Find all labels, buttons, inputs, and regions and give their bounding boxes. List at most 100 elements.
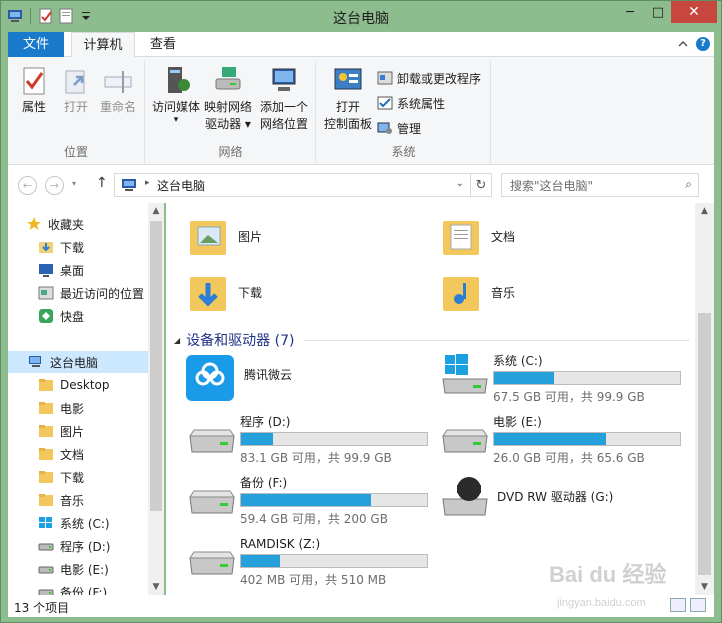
tab-file[interactable]: 文件 [8, 32, 64, 57]
folder-pictures[interactable]: 图片 [186, 213, 262, 259]
up-button[interactable]: ↑ [96, 175, 108, 191]
scrollbar-thumb[interactable] [150, 221, 162, 511]
navigation-scrollbar[interactable]: ▲ ▼ [148, 203, 164, 595]
nav-this-pc[interactable]: 这台电脑 [8, 351, 148, 373]
drive-name: 备份 (F:) [240, 476, 288, 490]
location-group-label: 位置 [63, 145, 88, 159]
close-button[interactable]: ✕ [671, 1, 717, 23]
nav-recent-places[interactable]: 最近访问的位置 [38, 282, 144, 304]
search-input[interactable]: 搜索"这台电脑" ⌕ [501, 173, 699, 197]
view-switcher [670, 598, 706, 612]
breadcrumb-this-pc[interactable]: 这台电脑 [157, 177, 205, 194]
breadcrumb-separator[interactable]: ▸ [145, 178, 150, 188]
help-button[interactable]: ? [696, 37, 710, 51]
tab-computer[interactable]: 计算机 [71, 32, 135, 58]
nav-item-label: Desktop [60, 378, 110, 392]
address-field[interactable]: ▸ 这台电脑 ⌄ [114, 173, 471, 197]
drive-item[interactable]: 腾讯微云 [186, 353, 292, 401]
drive-info: 备份 (F:) 59.4 GB 可用，共 200 GB [240, 475, 428, 527]
scroll-down-arrow[interactable]: ▼ [695, 579, 714, 595]
nav-downloads-label: 下载 [60, 240, 85, 255]
properties-button[interactable]: 属性 [16, 65, 52, 116]
folder-icon [38, 447, 54, 461]
drive-icon [38, 585, 54, 595]
maximize-button[interactable]: □ [645, 1, 671, 23]
system-group: 打开 控制面板 卸载或更改程序 系统属性 管理 系统 [317, 61, 491, 163]
manage-label: 管理 [397, 121, 422, 136]
open-label: 打开 [63, 100, 88, 114]
section-divider [304, 339, 690, 341]
folder-name: 音乐 [491, 285, 516, 300]
nav-kuaipan[interactable]: 快盘 [38, 305, 84, 327]
access-media-dropdown: ▾ [173, 115, 179, 125]
add-location-label-1: 添加一个 [259, 100, 308, 114]
drive-usage-fill [241, 494, 371, 506]
nav-item[interactable]: 备份 (F:) [38, 581, 107, 595]
scroll-down-arrow[interactable]: ▼ [148, 579, 164, 595]
folder-music[interactable]: 音乐 [439, 269, 515, 315]
drive-icon [186, 475, 238, 519]
back-button[interactable]: ← [18, 176, 37, 195]
forward-button[interactable]: → [45, 176, 64, 195]
control-panel-label-2: 控制面板 [323, 117, 372, 131]
manage-icon [377, 120, 393, 136]
scroll-up-arrow[interactable]: ▲ [695, 203, 714, 219]
collapse-arrow-icon[interactable]: ◢ [174, 336, 180, 345]
star-icon [26, 217, 42, 231]
open-button[interactable]: 打开 [58, 65, 94, 116]
nav-kuaipan-label: 快盘 [60, 309, 85, 324]
devices-section-header[interactable]: ◢ 设备和驱动器 (7) [174, 330, 690, 350]
nav-item[interactable]: Desktop [38, 374, 110, 396]
nav-item[interactable]: 图片 [38, 420, 84, 442]
access-media-button[interactable]: 访问媒体 ▾ [150, 65, 202, 125]
rename-button[interactable]: 重命名 [96, 65, 140, 116]
scroll-up-arrow[interactable]: ▲ [148, 203, 164, 219]
nav-item[interactable]: 文档 [38, 443, 84, 465]
nav-item[interactable]: 程序 (D:) [38, 535, 110, 557]
details-view-icon[interactable] [670, 598, 686, 612]
search-icon[interactable]: ⌕ [685, 177, 692, 192]
open-control-panel-button[interactable]: 打开 控制面板 [321, 65, 375, 133]
drive-info: 程序 (D:) 83.1 GB 可用，共 99.9 GB [240, 414, 428, 466]
uninstall-programs-button[interactable]: 卸载或更改程序 [377, 67, 481, 89]
refresh-button[interactable]: ↻ [470, 173, 492, 197]
content-scrollbar[interactable]: ▲ ▼ [695, 203, 714, 595]
add-network-location-button[interactable]: 添加一个 网络位置 [256, 65, 312, 133]
map-network-drive-button[interactable]: 映射网络 驱动器 ▾ [202, 65, 254, 133]
folder-icon [38, 470, 54, 484]
nav-downloads[interactable]: 下载 [38, 236, 84, 258]
control-panel-label-1: 打开 [335, 100, 360, 114]
folder-name: 图片 [238, 229, 263, 244]
drive-item[interactable]: 系统 (C:) 67.5 GB 可用，共 99.9 GB [439, 353, 681, 405]
nav-item[interactable]: 系统 (C:) [38, 512, 110, 534]
drive-icon [186, 414, 238, 458]
drive-item[interactable]: RAMDISK (Z:) 402 MB 可用，共 510 MB [186, 536, 428, 588]
drive-item[interactable]: 电影 (E:) 26.0 GB 可用，共 65.6 GB [439, 414, 681, 466]
network-location-icon [268, 65, 300, 97]
nav-desktop[interactable]: 桌面 [38, 259, 84, 281]
system-properties-button[interactable]: 系统属性 [377, 92, 445, 114]
recent-locations-icon[interactable]: ▾ [72, 179, 76, 188]
drive-item[interactable]: DVD RW 驱动器 (G:) [439, 475, 613, 519]
folder-documents[interactable]: 文档 [439, 213, 515, 259]
nav-this-pc-label: 这台电脑 [50, 355, 99, 370]
nav-item[interactable]: 音乐 [38, 489, 84, 511]
nav-item[interactable]: 电影 [38, 397, 84, 419]
drive-item[interactable]: 程序 (D:) 83.1 GB 可用，共 99.9 GB [186, 414, 428, 466]
search-placeholder: 搜索"这台电脑" [510, 178, 594, 193]
nav-favorites[interactable]: 收藏夹 [26, 213, 84, 235]
folder-downloads[interactable]: 下载 [186, 269, 262, 315]
nav-desktop-label: 桌面 [60, 263, 85, 278]
scrollbar-thumb[interactable] [698, 313, 711, 575]
tab-view[interactable]: 查看 [138, 32, 188, 57]
network-group: 访问媒体 ▾ 映射网络 驱动器 ▾ 添加一个 网络位置 网络 [146, 61, 316, 163]
minimize-button[interactable]: ─ [615, 1, 645, 23]
drive-free-space: 67.5 GB 可用，共 99.9 GB [493, 390, 645, 404]
nav-item[interactable]: 电影 (E:) [38, 558, 109, 580]
manage-button[interactable]: 管理 [377, 117, 421, 139]
nav-item[interactable]: 下载 [38, 466, 84, 488]
large-icons-view-icon[interactable] [690, 598, 706, 612]
address-dropdown-icon[interactable]: ⌄ [456, 178, 464, 189]
expand-ribbon-icon[interactable] [678, 38, 688, 51]
drive-item[interactable]: 备份 (F:) 59.4 GB 可用，共 200 GB [186, 475, 428, 527]
